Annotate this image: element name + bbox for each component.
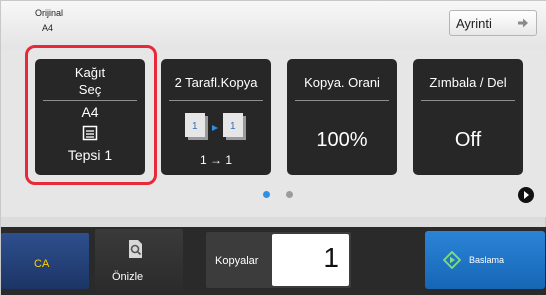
staple-punch-title: Zımbala / Del	[429, 75, 507, 90]
preview-button[interactable]: Önizle	[95, 229, 183, 293]
page-dot	[286, 191, 293, 198]
duplex-pages-icon: 1 1	[185, 113, 246, 140]
copier-screen: Orijinal A4 Ayrinti Kağıt Seç A4 Tepsi 1	[0, 0, 546, 295]
next-arrow-icon	[524, 191, 529, 199]
tile-divider	[421, 100, 515, 101]
svg-text:1: 1	[192, 121, 198, 132]
duplex-mode-value: 1 → 1	[199, 153, 232, 167]
tile-divider	[295, 100, 389, 101]
copies-count-field[interactable]: 1	[272, 234, 349, 286]
copy-ratio-value: 100%	[316, 129, 368, 151]
copies-count-value: 1	[323, 242, 339, 273]
copies-control: Kopyalar 1	[206, 232, 351, 288]
arrow-right-icon	[518, 18, 528, 28]
function-tiles-area: Kağıt Seç A4 Tepsi 1 2 Tarafl.Kopya 1 1 …	[1, 45, 546, 217]
magnifier-page-icon	[129, 240, 142, 258]
bottom-bar: CA Önizle Kopyalar 1 Baslama	[1, 227, 546, 295]
start-label: Baslama	[469, 255, 505, 265]
duplex-copy-tile[interactable]: 2 Tarafl.Kopya 1 1 1 → 1	[161, 59, 271, 175]
detail-button[interactable]: Ayrinti	[449, 10, 537, 36]
start-button[interactable]: Baslama	[425, 231, 545, 289]
diamond-start-icon	[443, 251, 461, 269]
detail-button-label: Ayrinti	[456, 15, 492, 31]
staple-punch-tile[interactable]: Zımbala / Del Off	[413, 59, 523, 175]
copy-ratio-tile[interactable]: Kopya. Orani 100%	[287, 59, 397, 175]
clear-all-label: CA	[34, 258, 50, 270]
clear-all-button[interactable]: CA	[1, 233, 89, 289]
copies-label: Kopyalar	[215, 255, 259, 267]
top-bar: Orijinal A4 Ayrinti	[1, 1, 546, 49]
copy-ratio-title: Kopya. Orani	[304, 75, 380, 90]
paper-select-highlight	[25, 45, 157, 185]
staple-punch-value: Off	[454, 129, 482, 151]
original-label: Orijinal	[35, 8, 64, 18]
duplex-copy-title: 2 Tarafl.Kopya	[174, 75, 258, 90]
page-dot-active	[263, 191, 270, 198]
tile-divider	[169, 100, 263, 101]
preview-label: Önizle	[112, 271, 144, 283]
next-page-button[interactable]	[518, 187, 534, 203]
original-size-value: A4	[42, 23, 54, 33]
svg-text:1: 1	[230, 121, 236, 132]
